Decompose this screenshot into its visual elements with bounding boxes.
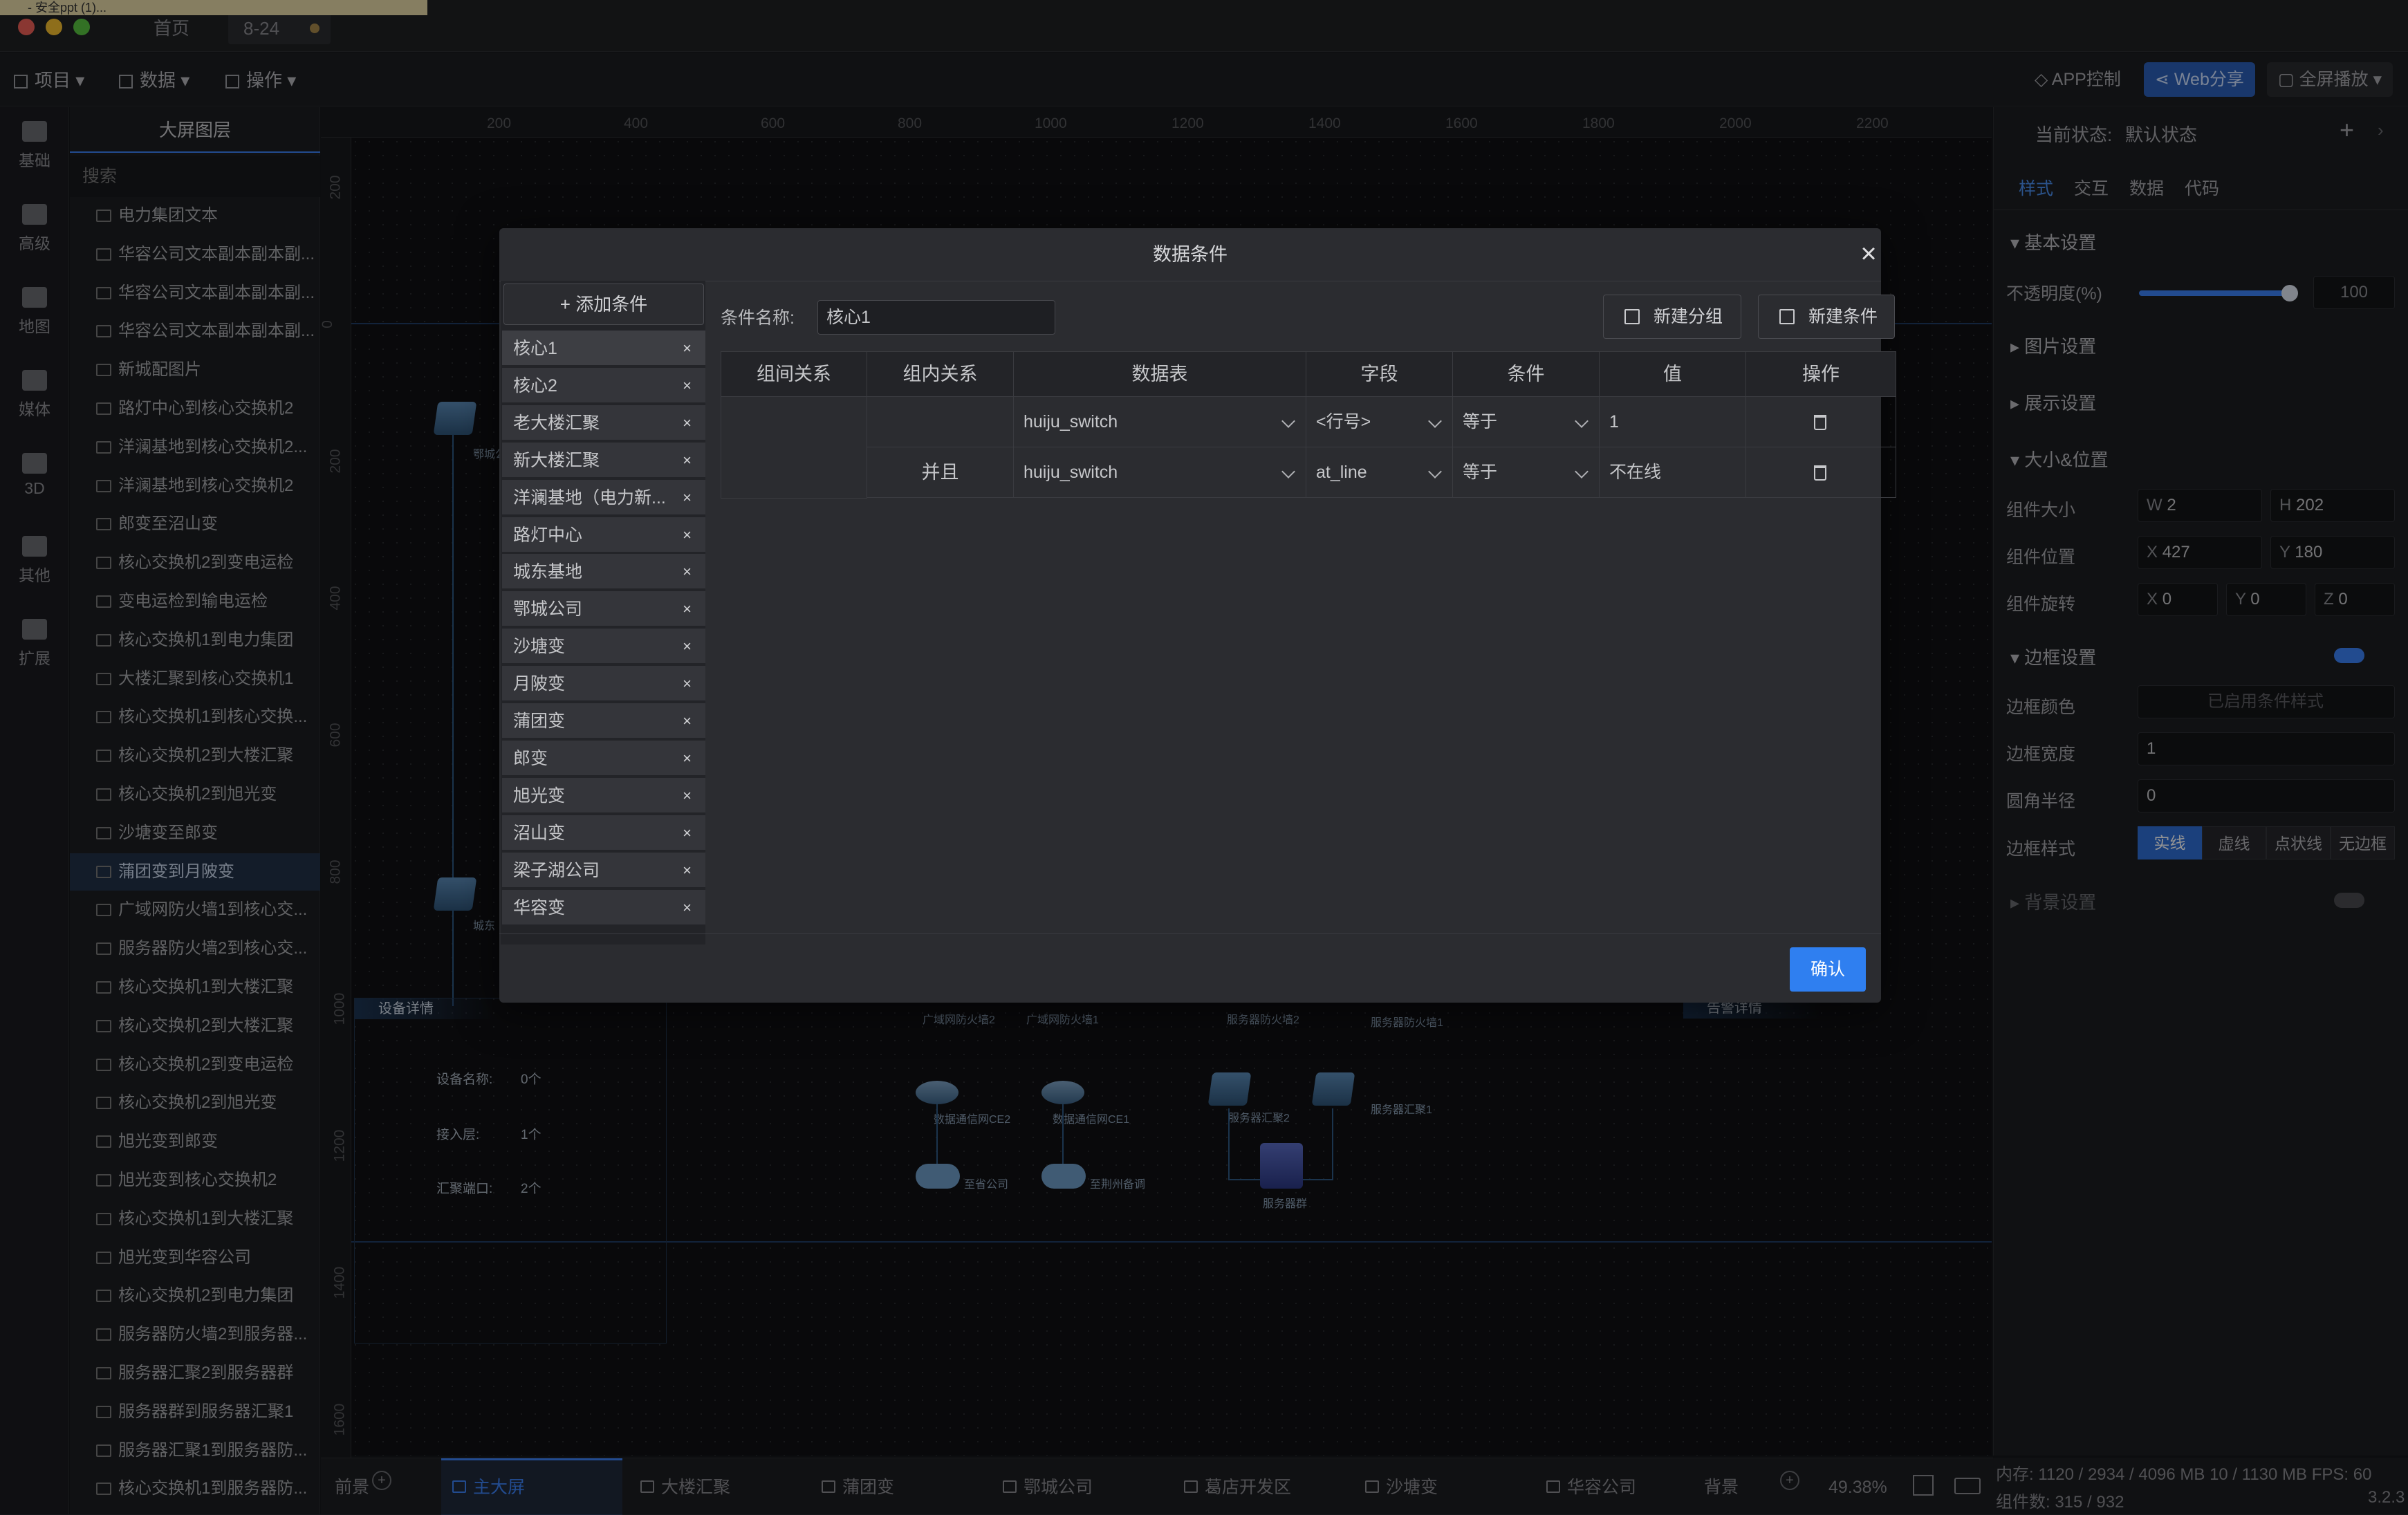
dialog-title: 数据条件 — [1153, 244, 1228, 265]
action-cell — [1745, 447, 1896, 498]
condition-item-label: 鄂城公司 — [513, 600, 583, 620]
condition-item[interactable]: 月陂变 × — [502, 666, 705, 703]
condition-item[interactable]: 新大楼汇聚 × — [502, 442, 705, 478]
field-select-value: <行号> — [1316, 412, 1371, 431]
col-data-table: 数据表 — [1013, 351, 1306, 397]
condition-item-label: 蒲团变 — [513, 712, 566, 731]
new-group-label: 新建分组 — [1654, 307, 1723, 326]
condition-item-label: 路灯中心 — [513, 525, 583, 545]
condition-item-label: 核心1 — [513, 339, 557, 358]
condition-item-label: 老大楼汇聚 — [513, 413, 600, 433]
table-select-value: huiju_switch — [1024, 412, 1118, 431]
condition-items: 核心1 × 核心2 × 老大楼汇聚 × 新大楼汇聚 × 洋澜基地（电力新... × 路灯中心 × 城东基… — [501, 331, 705, 932]
delete-icon[interactable] — [1814, 415, 1826, 430]
condition-item[interactable]: 蒲团变 × — [502, 703, 705, 739]
confirm-button[interactable]: 确认 — [1790, 947, 1866, 992]
condition-item[interactable]: 城东基地 × — [502, 554, 705, 591]
condition-item[interactable]: 洋澜基地（电力新... × — [502, 479, 705, 516]
chevron-down-icon — [1281, 414, 1295, 428]
field-select-value: at_line — [1316, 463, 1367, 482]
remove-condition-icon[interactable]: × — [683, 853, 692, 889]
condition-item-label: 郎变 — [513, 748, 548, 768]
condition-item[interactable]: 郎变 × — [502, 740, 705, 777]
new-condition-label: 新建条件 — [1808, 307, 1878, 326]
col-condition: 条件 — [1452, 351, 1600, 397]
add-condition-button[interactable]: + 添加条件 — [503, 284, 704, 325]
remove-condition-icon[interactable]: × — [683, 331, 692, 366]
condition-item[interactable]: 核心2 × — [502, 367, 705, 404]
remove-condition-icon[interactable]: × — [683, 554, 692, 590]
table-select[interactable]: huiju_switch — [1013, 396, 1306, 447]
remove-condition-icon[interactable]: × — [683, 629, 692, 664]
condition-item-label: 核心2 — [513, 375, 557, 396]
operator-select[interactable]: 等于 — [1452, 396, 1600, 447]
chevron-down-icon — [1281, 465, 1295, 478]
delete-icon[interactable] — [1814, 465, 1826, 481]
remove-condition-icon[interactable]: × — [683, 405, 692, 441]
data-condition-dialog: 数据条件 × + 添加条件 核心1 × 核心2 × 老大楼汇聚 × 新大楼汇聚 × 洋澜基地（电… — [499, 228, 1896, 1003]
condition-list: + 添加条件 核心1 × 核心2 × 老大楼汇聚 × 新大楼汇聚 × 洋澜基地（电力新... × 路… — [501, 281, 705, 945]
col-field: 字段 — [1306, 351, 1453, 397]
condition-item[interactable]: 核心1 × — [502, 331, 705, 366]
col-action: 操作 — [1745, 351, 1896, 397]
table-select-value: huiju_switch — [1024, 463, 1118, 482]
condition-item-label: 洋澜基地（电力新... — [513, 487, 666, 508]
condition-item-label: 沼山变 — [513, 823, 566, 843]
col-value: 值 — [1599, 351, 1746, 397]
new-group-button[interactable]: 新建分组 — [1603, 295, 1741, 339]
condition-item-label: 月陂变 — [513, 674, 566, 694]
condition-item[interactable]: 华容变 × — [502, 889, 705, 926]
operator-select[interactable]: 等于 — [1452, 447, 1600, 498]
remove-condition-icon[interactable]: × — [683, 778, 692, 814]
row-intra-group-cell: 并且 — [867, 447, 1014, 498]
condition-item[interactable]: 沙塘变 × — [502, 629, 705, 665]
remove-condition-icon[interactable]: × — [683, 480, 692, 516]
value-input[interactable]: 不在线 — [1599, 447, 1746, 498]
remove-condition-icon[interactable]: × — [683, 741, 692, 777]
chevron-down-icon — [1428, 414, 1442, 428]
remove-condition-icon[interactable]: × — [683, 443, 692, 478]
remove-condition-icon[interactable]: × — [683, 890, 692, 926]
col-inter-group: 组间关系 — [721, 351, 867, 397]
condition-item-label: 沙塘变 — [513, 637, 566, 657]
condition-item-label: 梁子湖公司 — [513, 860, 600, 880]
remove-condition-icon[interactable]: × — [683, 666, 692, 702]
condition-item[interactable]: 沼山变 × — [502, 815, 705, 851]
row-inter-group-cell — [721, 396, 867, 499]
new-group-icon — [1624, 309, 1640, 324]
condition-item[interactable]: 老大楼汇聚 × — [502, 405, 705, 441]
chevron-down-icon — [1428, 465, 1442, 478]
chevron-down-icon — [1575, 414, 1589, 428]
operator-select-value: 等于 — [1463, 412, 1498, 431]
remove-condition-icon[interactable]: × — [683, 517, 692, 553]
operator-select-value: 等于 — [1463, 463, 1498, 482]
remove-condition-icon[interactable]: × — [683, 591, 692, 627]
condition-item[interactable]: 梁子湖公司 × — [502, 852, 705, 889]
field-select[interactable]: at_line — [1306, 447, 1453, 498]
value-input[interactable]: 1 — [1599, 396, 1746, 447]
condition-item[interactable]: 鄂城公司 × — [502, 591, 705, 628]
action-cell — [1745, 396, 1896, 447]
new-condition-icon — [1779, 309, 1795, 324]
condition-item[interactable]: 路灯中心 × — [502, 517, 705, 553]
condition-item-label: 城东基地 — [513, 562, 583, 582]
chevron-down-icon — [1575, 465, 1589, 478]
row-intra-group-cell — [867, 396, 1014, 447]
remove-condition-icon[interactable]: × — [683, 815, 692, 851]
dialog-footer — [499, 933, 1881, 1003]
new-condition-button[interactable]: 新建条件 — [1758, 295, 1895, 339]
condition-name-input[interactable]: 核心1 — [817, 300, 1055, 335]
col-intra-group: 组内关系 — [867, 351, 1014, 397]
remove-condition-icon[interactable]: × — [683, 368, 692, 404]
close-icon[interactable]: × — [1856, 240, 1881, 268]
table-select[interactable]: huiju_switch — [1013, 447, 1306, 498]
condition-item-label: 华容变 — [513, 898, 566, 918]
condition-name-label: 条件名称: — [721, 308, 795, 328]
condition-item[interactable]: 旭光变 × — [502, 777, 705, 814]
field-select[interactable]: <行号> — [1306, 396, 1453, 447]
condition-item-label: 新大楼汇聚 — [513, 450, 600, 470]
condition-item-label: 旭光变 — [513, 786, 566, 806]
remove-condition-icon[interactable]: × — [683, 703, 692, 739]
